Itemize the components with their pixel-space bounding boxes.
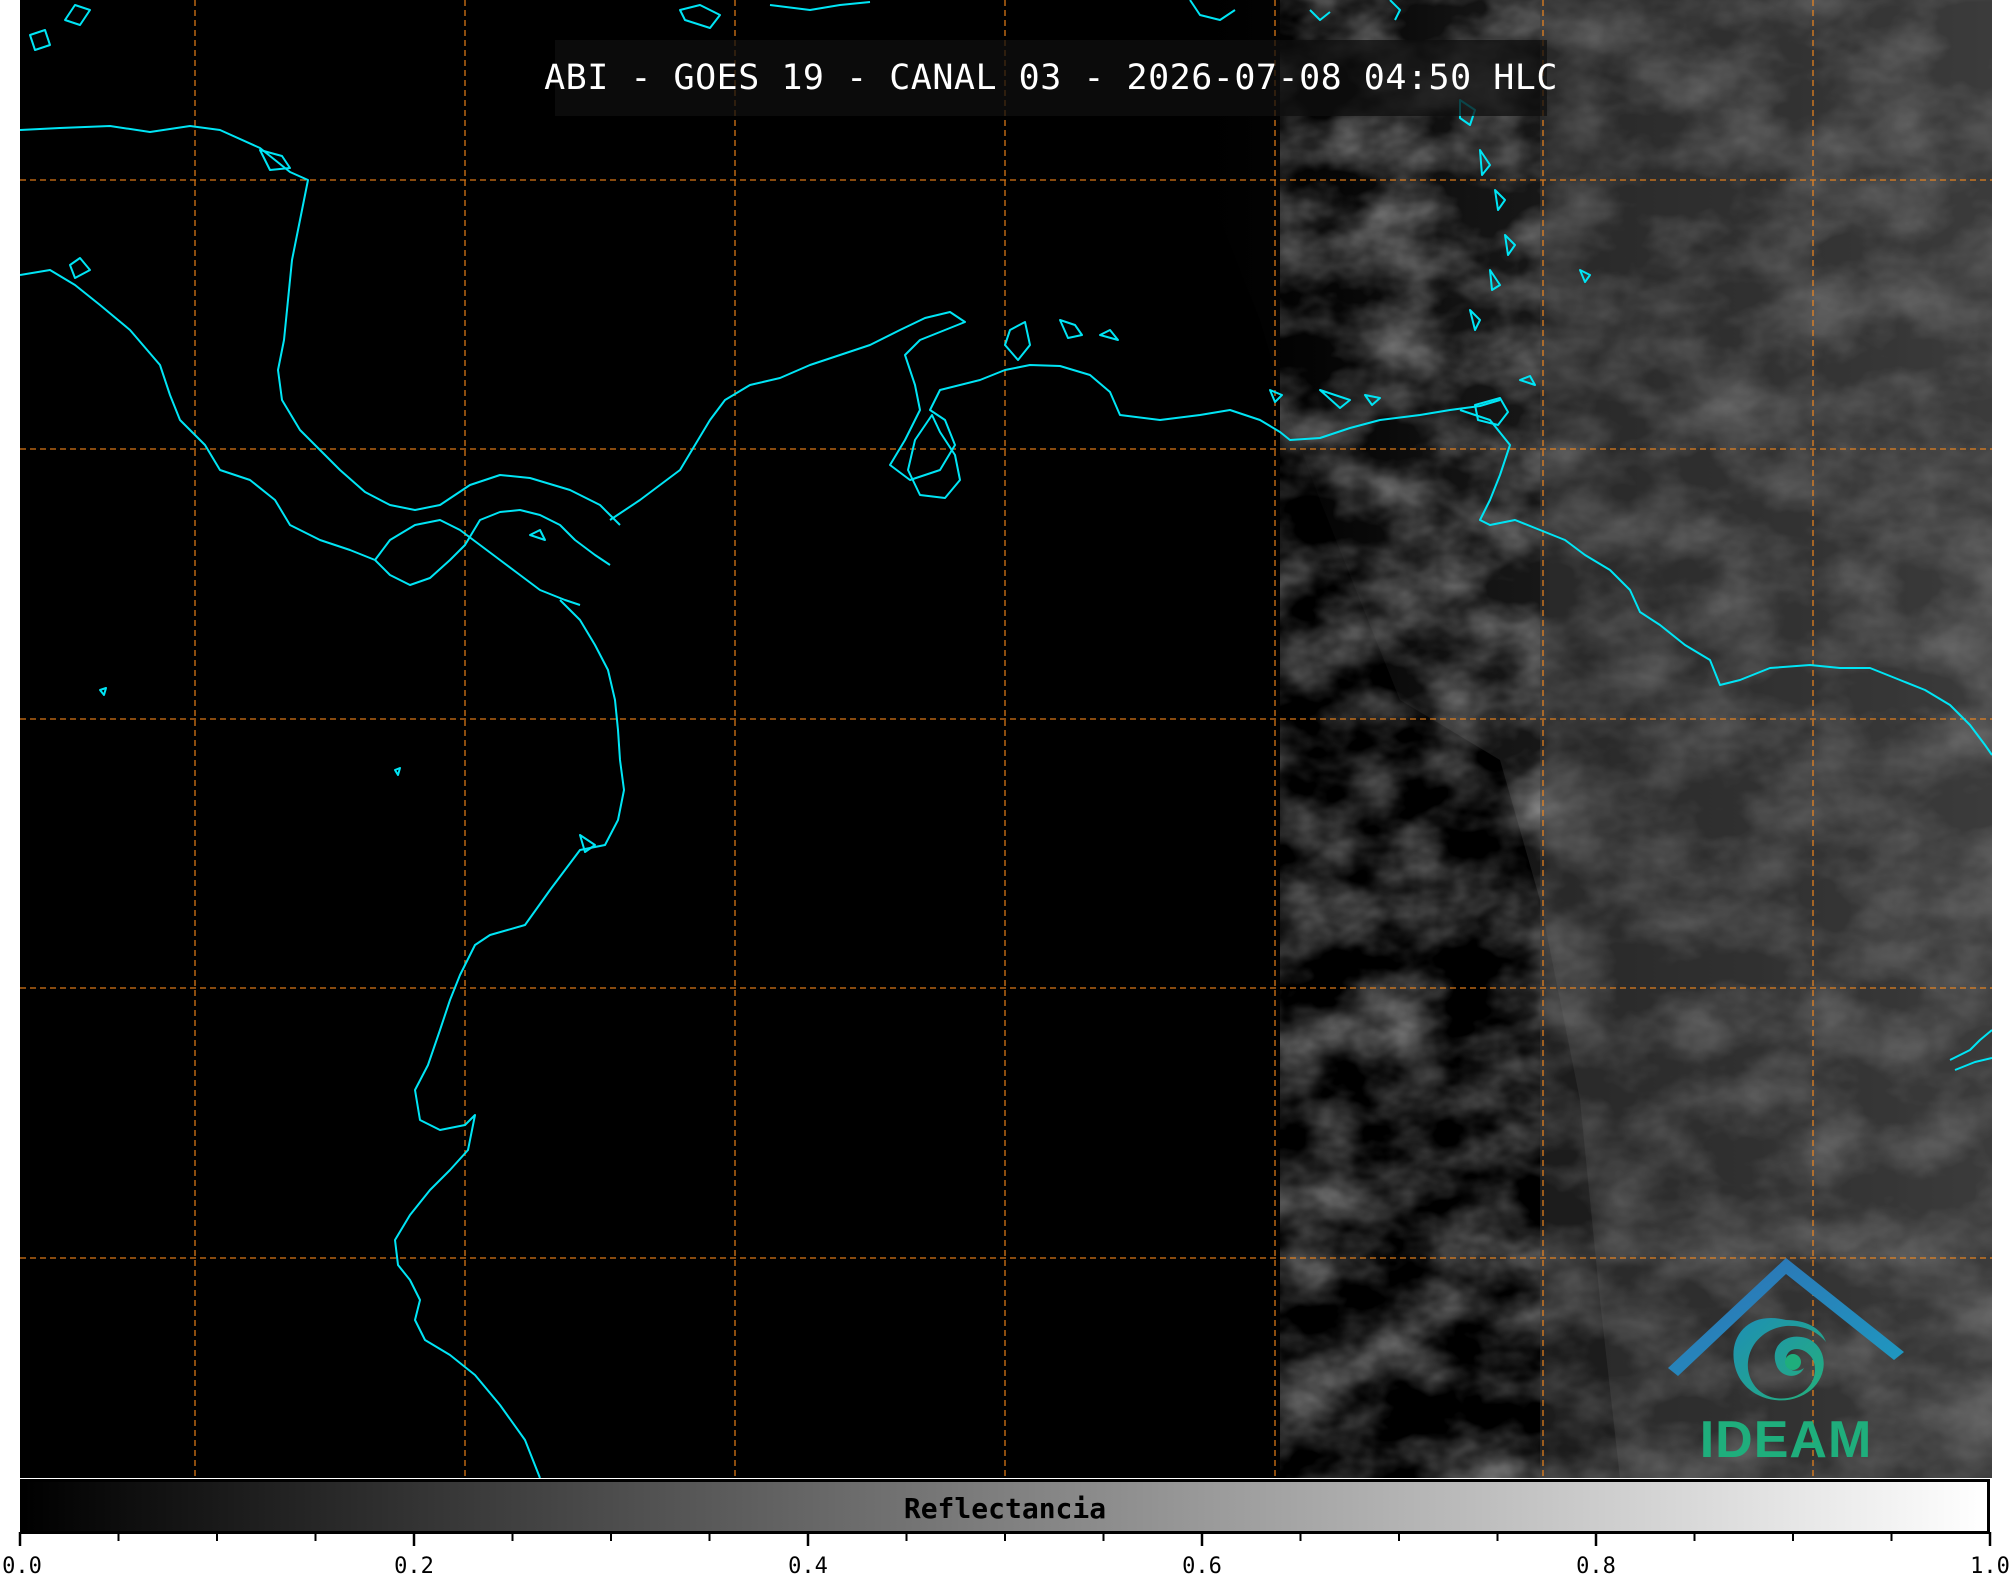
reflectance-colorbar: Reflectancia (20, 1479, 1990, 1534)
coastline-central-america-pacific (20, 269, 611, 586)
colorbar-tick-label: 0.4 (788, 1554, 828, 1579)
satellite-map: ABI - GOES 19 - CANAL 03 - 2026-07-08 04… (20, 0, 1992, 1478)
ideam-logo: IDEAM (1666, 1250, 1906, 1475)
ideam-logo-icon (1668, 1258, 1904, 1401)
colorbar-tick-label: 0.0 (2, 1554, 42, 1579)
colorbar-tick-label: 0.6 (1182, 1554, 1222, 1579)
coastline-colombia-caribbean (609, 311, 1501, 521)
coastline-caribbean (374, 519, 581, 606)
coastline-guianas (1954, 1057, 1992, 1071)
coastline-venezuela-east (1459, 409, 1992, 756)
colorbar-tick-label: 0.2 (394, 1554, 434, 1579)
colorbar-tick-label: 0.8 (1576, 1554, 1616, 1579)
colorbar-tick-label: 1.0 (1970, 1554, 2010, 1579)
coastline-guajira (1004, 321, 1031, 361)
colorbar-tick-marks (18, 1532, 1992, 1546)
map-title-box: ABI - GOES 19 - CANAL 03 - 2026-07-08 04… (544, 40, 1557, 116)
colorbar-ticks: 0.0 0.2 0.4 0.6 0.8 1.0 (0, 1532, 2011, 1579)
coastline-yucatan (20, 125, 621, 526)
colorbar-label: Reflectancia (903, 1492, 1107, 1525)
coastline-colombia-pacific (394, 599, 625, 1478)
coastline-maracaibo (907, 414, 961, 499)
map-title: ABI - GOES 19 - CANAL 03 - 2026-07-08 04… (544, 58, 1558, 98)
coastline-guianas (1949, 1029, 1992, 1061)
ideam-logo-text: IDEAM (1699, 1411, 1873, 1469)
